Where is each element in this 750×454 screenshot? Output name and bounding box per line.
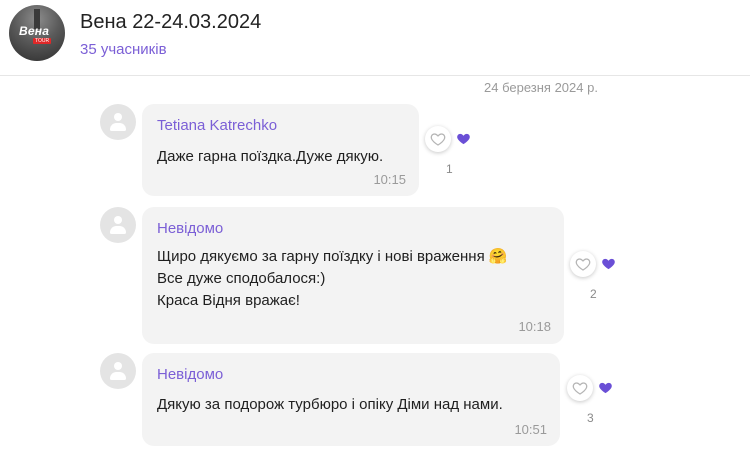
heart-outline-icon	[575, 258, 591, 271]
user-placeholder-icon	[114, 216, 122, 224]
react-button[interactable]	[425, 126, 451, 152]
message-text-line: Дякую за подорож турбюро і опіку Діми на…	[157, 396, 503, 413]
message-text-line: Щиро дякуємо за гарну поїздку і нові вра…	[157, 246, 508, 267]
user-placeholder-icon-body	[110, 123, 126, 131]
reaction-count[interactable]: 1	[446, 162, 453, 176]
reaction-count[interactable]: 2	[590, 287, 597, 301]
heart-filled-icon[interactable]	[601, 256, 616, 271]
message-time: 10:51	[514, 422, 547, 437]
reaction-count[interactable]: 3	[587, 411, 594, 425]
message-text-content: Щиро дякуємо за гарну поїздку і нові вра…	[157, 248, 485, 265]
heart-filled-icon[interactable]	[456, 131, 471, 146]
heart-outline-icon	[572, 382, 588, 395]
message-text-line: Даже гарна поїздка.Дуже дякую.	[157, 148, 384, 165]
hugging-face-emoji: 🤗	[488, 248, 508, 265]
sender-avatar[interactable]	[100, 104, 136, 140]
avatar-logo-text: Вена	[19, 24, 50, 38]
message-bubble[interactable]: Невідомо Дякую за подорож турбюро і опік…	[142, 353, 560, 446]
user-placeholder-icon-body	[110, 226, 126, 234]
avatar-logo-subtext: TOUR	[33, 38, 52, 44]
message-text-line: Краса Відня вражає!	[157, 292, 300, 309]
chat-header: Вена TOUR Вена 22-24.03.2024 35 учасникі…	[0, 0, 750, 75]
heart-filled-icon[interactable]	[598, 380, 613, 395]
group-avatar[interactable]: Вена TOUR	[9, 5, 65, 61]
sender-avatar[interactable]	[100, 353, 136, 389]
user-placeholder-icon-body	[110, 372, 126, 380]
message-time: 10:18	[518, 319, 551, 334]
user-placeholder-icon	[114, 362, 122, 370]
group-title[interactable]: Вена 22-24.03.2024	[80, 11, 261, 34]
heart-outline-icon	[430, 133, 446, 146]
header-divider	[0, 75, 750, 76]
date-separator: 24 березня 2024 р.	[484, 80, 598, 95]
message-bubble[interactable]: Невідомо Щиро дякуємо за гарну поїздку і…	[142, 207, 564, 344]
message-text-line: Все дуже сподобалося:)	[157, 270, 326, 287]
message-time: 10:15	[373, 172, 406, 187]
sender-name[interactable]: Невідомо	[157, 366, 223, 383]
members-count-link[interactable]: 35 учасників	[80, 41, 167, 58]
message-bubble[interactable]: Tetiana Katrechko Даже гарна поїздка.Дуж…	[142, 104, 419, 196]
react-button[interactable]	[567, 375, 593, 401]
sender-avatar[interactable]	[100, 207, 136, 243]
sender-name[interactable]: Tetiana Katrechko	[157, 117, 277, 134]
react-button[interactable]	[570, 251, 596, 277]
user-placeholder-icon	[114, 113, 122, 121]
sender-name[interactable]: Невідомо	[157, 220, 223, 237]
